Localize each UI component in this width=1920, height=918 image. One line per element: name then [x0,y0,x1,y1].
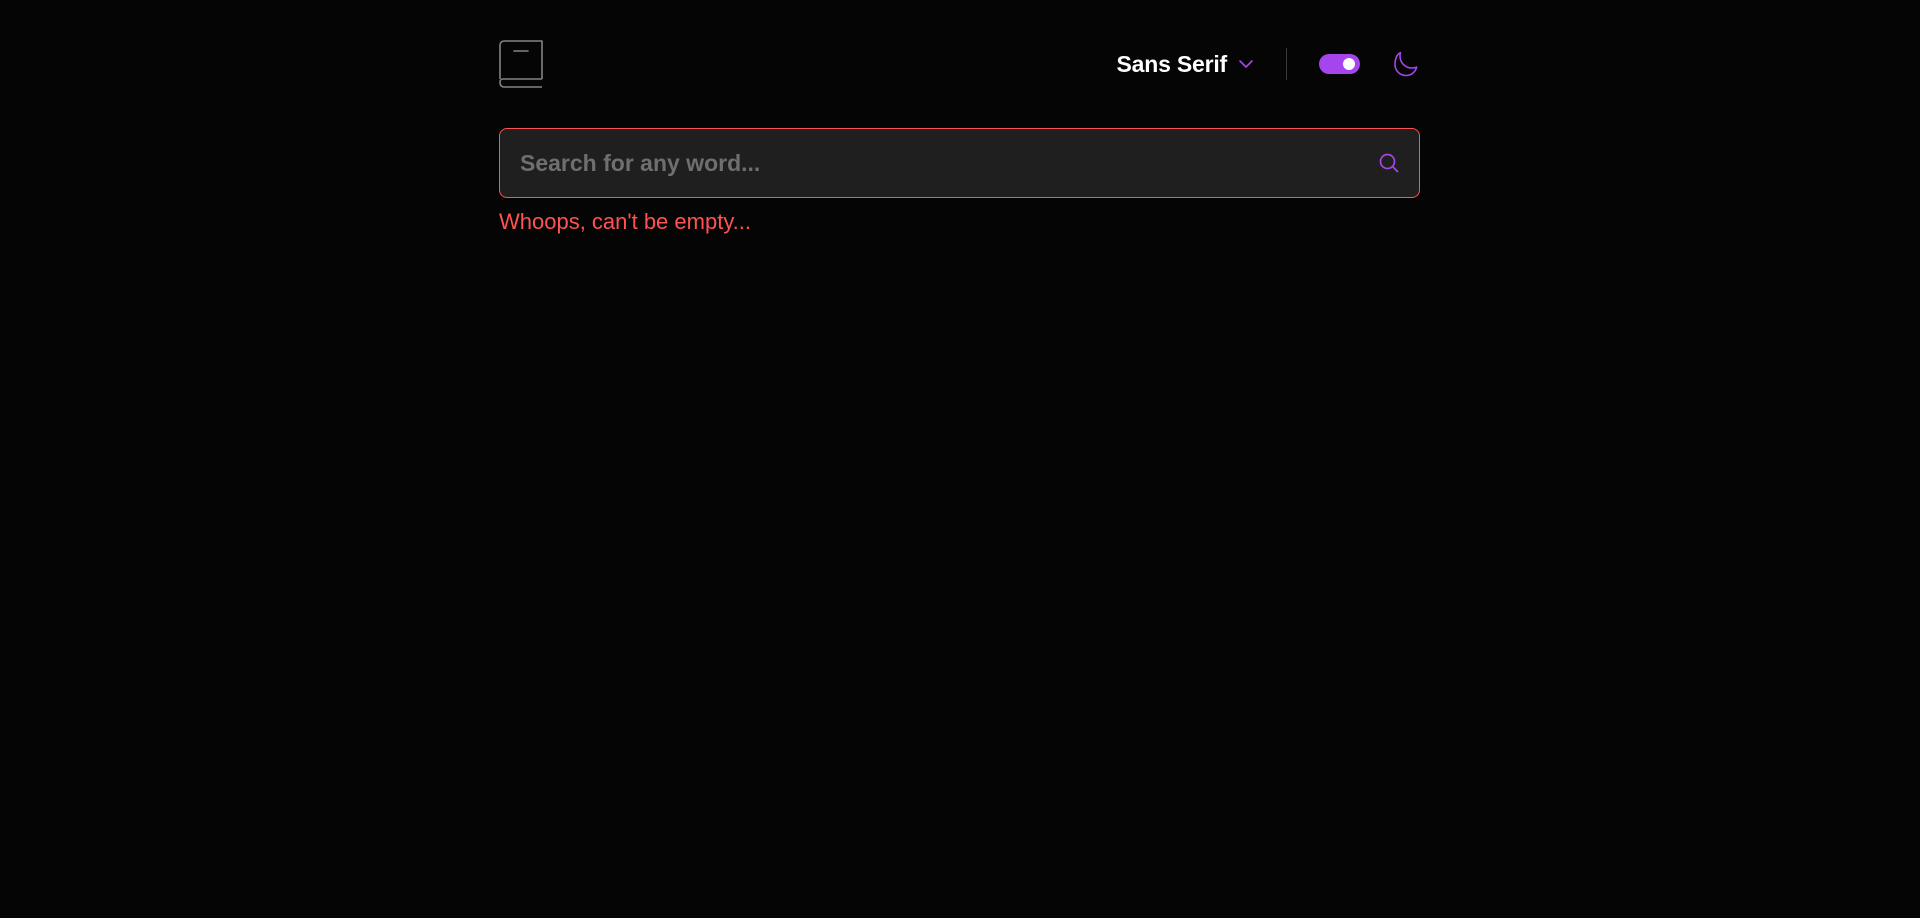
header-divider [1286,48,1287,80]
search-box [499,128,1420,198]
search-input[interactable] [520,129,1360,197]
book-icon [499,40,543,88]
font-selector[interactable]: Sans Serif [1117,49,1255,79]
chevron-down-icon [1239,60,1253,68]
toggle-knob [1343,58,1355,70]
header-controls: Sans Serif [1117,38,1421,90]
font-selector-label: Sans Serif [1116,50,1228,77]
search-icon[interactable] [1379,153,1399,173]
page: Sans Serif Whoops, can't be empty... [0,0,1920,918]
theme-toggle[interactable] [1319,54,1360,74]
moon-icon [1394,51,1418,77]
app-header: Sans Serif [499,38,1420,90]
search-error-message: Whoops, can't be empty... [499,209,752,234]
